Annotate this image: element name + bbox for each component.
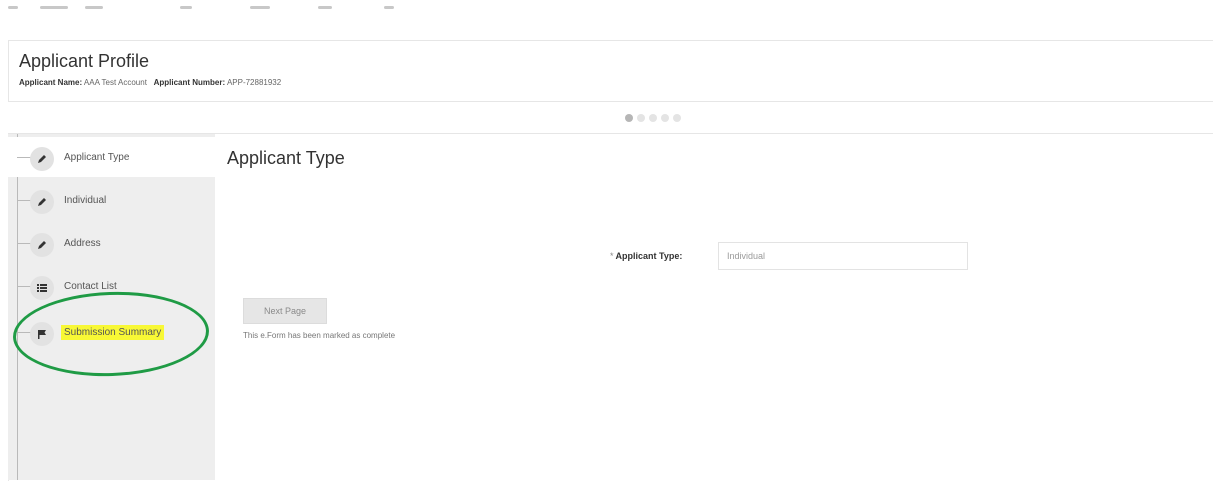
page-title: Applicant Profile	[19, 51, 150, 71]
progress-dot-2	[637, 114, 645, 122]
next-page-button[interactable]: Next Page	[243, 298, 327, 324]
pencil-icon	[30, 147, 54, 171]
sidebar-item-individual[interactable]: Individual	[8, 180, 215, 220]
progress-dot-5	[673, 114, 681, 122]
progress-dot-3	[649, 114, 657, 122]
applicant-profile-header: Applicant Profile Applicant Name: AAA Te…	[8, 40, 1213, 102]
sidebar-item-label: Contact List	[64, 281, 117, 292]
required-marker: *	[610, 251, 614, 261]
applicant-number-label: Applicant Number:	[153, 78, 226, 87]
progress-dot-4	[661, 114, 669, 122]
sidebar-item-applicant-type[interactable]: Applicant Type	[8, 137, 216, 177]
pencil-icon	[30, 190, 54, 214]
progress-dots	[625, 114, 681, 122]
applicant-type-label-text: Applicant Type:	[615, 251, 683, 261]
section-title: Applicant Type	[227, 148, 345, 168]
form-complete-message: This e.Form has been marked as complete	[243, 331, 396, 340]
cropped-top-edge	[0, 0, 1213, 30]
list-icon	[30, 276, 54, 300]
applicant-meta: Applicant Name: AAA Test Account Applica…	[19, 78, 281, 87]
sidebar-item-address[interactable]: Address	[8, 223, 215, 263]
applicant-type-field[interactable]	[718, 242, 968, 270]
applicant-name-value: AAA Test Account	[83, 78, 147, 87]
applicant-type-label: * Applicant Type:	[610, 251, 682, 261]
sidebar-item-label: Individual	[64, 195, 107, 206]
pencil-icon	[30, 233, 54, 257]
applicant-number-value: APP-72881932	[226, 78, 282, 87]
sidebar-item-label: Address	[64, 238, 101, 249]
sidebar-item-label: Applicant Type	[64, 152, 130, 163]
progress-dot-1	[625, 114, 633, 122]
applicant-name-label: Applicant Name:	[19, 78, 83, 87]
